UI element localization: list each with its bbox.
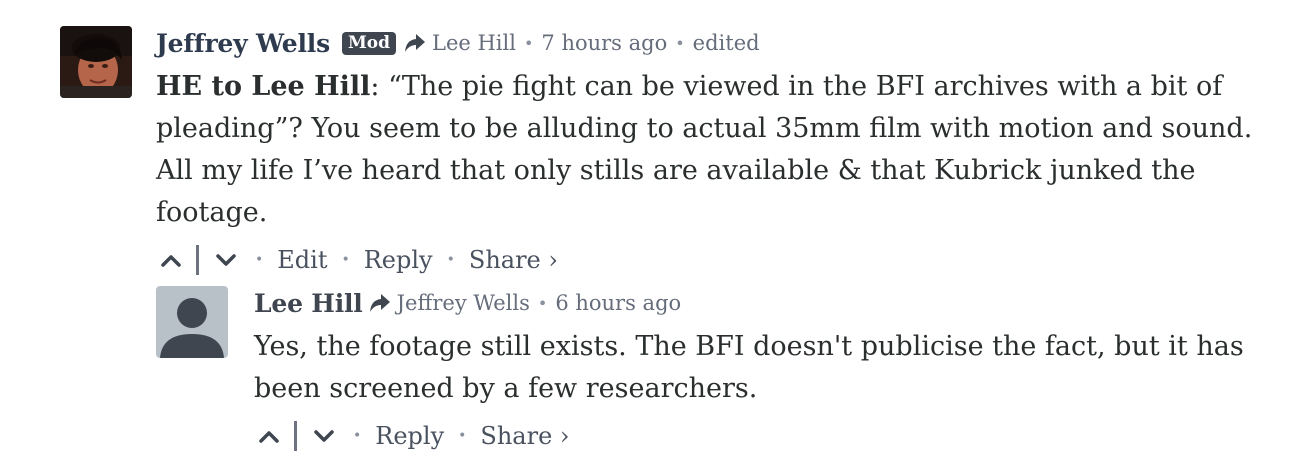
share-button[interactable]: Share › (469, 246, 558, 274)
separator-dot: • (537, 293, 548, 313)
chevron-up-icon (161, 255, 181, 267)
vote-divider (196, 245, 199, 275)
comment-meta: Lee Hill Jeffrey Wells • 6 hours ago (254, 286, 1294, 320)
separator-dot: • (675, 33, 685, 53)
chevron-down-icon (216, 254, 236, 266)
separator-dot: • (523, 33, 534, 53)
vote-divider (294, 421, 297, 451)
chevron-down-icon (314, 430, 334, 442)
edited-label: edited (692, 31, 760, 55)
reply-button[interactable]: Reply (364, 246, 433, 274)
timestamp[interactable]: 7 hours ago (541, 31, 667, 55)
separator-dot: • (446, 252, 455, 268)
downvote-button[interactable] (309, 421, 339, 451)
comment: Jeffrey Wells Mod Lee Hill • 7 hours ago… (60, 26, 1276, 280)
share-button[interactable]: Share › (480, 422, 569, 450)
avatar[interactable] (156, 286, 228, 358)
separator-dot: • (255, 252, 264, 268)
separator-dot: • (341, 252, 350, 268)
comment-meta: Jeffrey Wells Mod Lee Hill • 7 hours ago… (156, 26, 1276, 60)
author-name[interactable]: Lee Hill (254, 289, 363, 318)
upvote-button[interactable] (156, 245, 186, 275)
reply-to-link[interactable]: Lee Hill (432, 31, 516, 55)
avatar[interactable] (60, 26, 132, 98)
user-silhouette-icon (156, 286, 228, 358)
edit-button[interactable]: Edit (277, 246, 327, 274)
comment-body: Lee Hill Jeffrey Wells • 6 hours ago Yes… (254, 286, 1294, 456)
author-name[interactable]: Jeffrey Wells (156, 29, 330, 58)
comment-reply: Lee Hill Jeffrey Wells • 6 hours ago Yes… (156, 286, 1294, 456)
timestamp[interactable]: 6 hours ago (555, 291, 681, 315)
downvote-button[interactable] (211, 245, 241, 275)
mod-badge: Mod (341, 31, 397, 55)
comment-text-bold: HE to Lee Hill (156, 71, 371, 102)
chevron-up-icon (259, 431, 279, 443)
reply-arrow-icon (405, 34, 426, 52)
comment-body: Jeffrey Wells Mod Lee Hill • 7 hours ago… (156, 26, 1276, 280)
separator-dot: • (458, 428, 467, 444)
comment-actions: • Reply • Share › (254, 416, 1294, 456)
reply-button[interactable]: Reply (375, 422, 444, 450)
upvote-button[interactable] (254, 421, 284, 451)
comment-actions: • Edit • Reply • Share › (156, 240, 1276, 280)
reply-to-link[interactable]: Jeffrey Wells (397, 291, 530, 315)
comment-text: HE to Lee Hill: “The pie fight can be vi… (156, 66, 1276, 234)
separator-dot: • (353, 428, 362, 444)
reply-arrow-icon (369, 294, 390, 312)
comment-text: Yes, the footage still exists. The BFI d… (254, 331, 1244, 404)
